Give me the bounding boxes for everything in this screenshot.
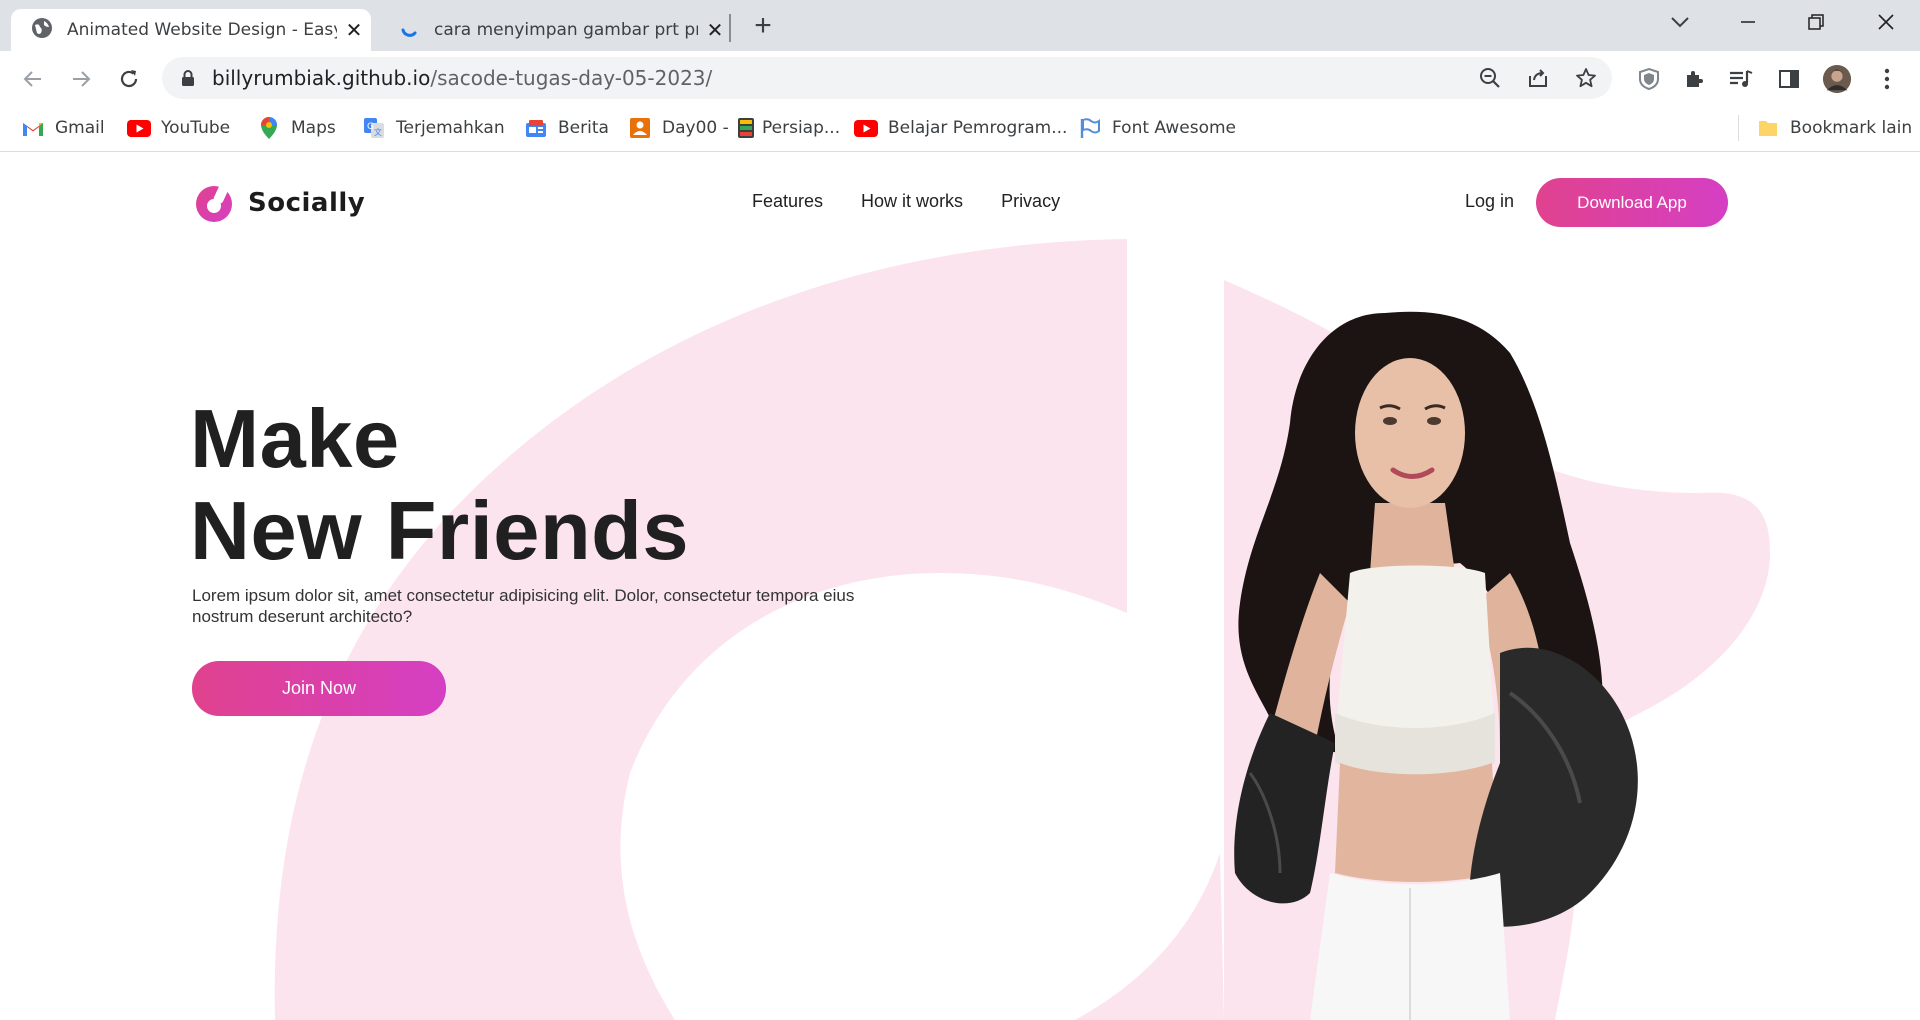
shield-extension-icon[interactable] (1634, 64, 1664, 94)
flag-icon (1078, 116, 1102, 140)
brand-name: Socially (248, 188, 366, 218)
bookmark-berita[interactable]: Berita (524, 105, 609, 151)
site-nav: Features How it works Privacy (752, 191, 1060, 212)
folder-icon (1756, 116, 1780, 140)
tab-title: Animated Website Design - Easy Tutorial (67, 20, 337, 40)
bookmark-maps[interactable]: Maps (257, 105, 336, 151)
close-icon (1878, 14, 1894, 30)
back-arrow-icon (23, 71, 41, 87)
zoom-icon[interactable] (1476, 64, 1504, 92)
web-page: Socially Features How it works Privacy L… (0, 153, 1920, 1020)
lock-icon[interactable] (174, 64, 202, 92)
bookmark-day00[interactable]: Day00 - (628, 105, 729, 151)
share-icon[interactable] (1524, 64, 1552, 92)
bookmarks-divider (1738, 115, 1739, 141)
tab-search-button[interactable] (1646, 0, 1714, 44)
restore-icon (1808, 14, 1824, 30)
bookmark-label: YouTube (161, 118, 231, 138)
other-bookmarks-label: Bookmark lain (1790, 118, 1913, 138)
svg-text:G: G (367, 122, 374, 132)
join-now-button[interactable]: Join Now (192, 661, 446, 716)
nav-link-features[interactable]: Features (752, 191, 823, 212)
tab-strip: Animated Website Design - Easy Tutorial … (0, 0, 1920, 51)
restore-button[interactable] (1782, 0, 1850, 44)
close-tab-icon[interactable]: ✕ (337, 18, 371, 42)
url-path: /sacode-tugas-day-05-2023/ (430, 66, 713, 90)
close-tab-icon[interactable]: ✕ (698, 18, 732, 42)
tab-active[interactable]: Animated Website Design - Easy Tutorial … (11, 9, 371, 51)
browser-toolbar: billyrumbiak.github.io/sacode-tugas-day-… (0, 51, 1920, 105)
hero-person-image (1234, 311, 1638, 1020)
bookmark-label: Berita (558, 118, 609, 138)
gmail-icon (21, 116, 45, 140)
address-bar[interactable]: billyrumbiak.github.io/sacode-tugas-day-… (162, 57, 1612, 99)
url-host: billyrumbiak.github.io (212, 66, 431, 90)
bookmark-translate[interactable]: G文 Terjemahkan (362, 105, 505, 151)
globe-icon (31, 17, 53, 44)
bookmark-youtube[interactable]: YouTube (127, 105, 230, 151)
star-icon[interactable] (1572, 64, 1600, 92)
tab-inactive[interactable]: cara menyimpan gambar prt prts ✕ (380, 9, 732, 51)
youtube-icon (127, 116, 151, 140)
puzzle-extensions-icon[interactable] (1680, 64, 1710, 94)
bookmark-label: Day00 - (662, 118, 729, 138)
minimize-button[interactable] (1714, 0, 1782, 44)
hero-description: Lorem ipsum dolor sit, amet consectetur … (192, 586, 855, 626)
nav-link-privacy[interactable]: Privacy (1001, 191, 1060, 212)
classroom-icon (628, 116, 652, 140)
login-link[interactable]: Log in (1465, 191, 1514, 212)
chevron-down-icon (1671, 17, 1689, 28)
tab-separator (729, 14, 731, 42)
notebook-icon (734, 116, 758, 140)
loading-spinner-icon (400, 18, 420, 43)
bookmark-label: Terjemahkan (396, 118, 505, 138)
back-button[interactable] (15, 61, 51, 97)
translate-icon: G文 (362, 116, 386, 140)
forward-button[interactable] (63, 61, 99, 97)
menu-kebab-icon[interactable] (1872, 64, 1902, 94)
hero-heading: Make New Friends (190, 393, 689, 577)
bookmark-gmail[interactable]: Gmail (21, 105, 105, 151)
bookmark-label: Font Awesome (1112, 118, 1236, 138)
hero-heading-line2: New Friends (190, 484, 690, 577)
bookmark-font-awesome[interactable]: Font Awesome (1078, 105, 1236, 151)
media-queue-icon[interactable] (1726, 64, 1756, 94)
minimize-icon (1741, 21, 1755, 23)
reload-icon (120, 70, 138, 88)
reload-button[interactable] (111, 61, 147, 97)
nav-link-how-it-works[interactable]: How it works (861, 191, 963, 212)
news-icon (524, 116, 548, 140)
bookmarks-bar: Gmail YouTube Maps G文 Terjemahkan Berita… (0, 105, 1920, 152)
svg-text:文: 文 (374, 127, 382, 137)
side-panel-icon[interactable] (1774, 64, 1804, 94)
bookmark-label: Maps (291, 118, 336, 138)
close-window-button[interactable] (1852, 0, 1920, 44)
maps-icon (257, 116, 281, 140)
hero-heading-line1: Make (190, 392, 400, 485)
bookmark-label: Gmail (55, 118, 105, 138)
socially-logo-icon (196, 184, 232, 222)
url-text: billyrumbiak.github.io/sacode-tugas-day-… (212, 57, 712, 99)
other-bookmarks[interactable]: Bookmark lain (1756, 105, 1912, 151)
new-tab-button[interactable]: + (746, 9, 780, 43)
download-app-button[interactable]: Download App (1536, 178, 1728, 227)
brand-logo[interactable]: Socially (192, 183, 365, 223)
youtube-icon (854, 116, 878, 140)
profile-avatar[interactable] (1822, 64, 1852, 94)
bookmark-label: Belajar Pemrogram... (888, 118, 1068, 138)
bookmark-belajar[interactable]: Belajar Pemrogram... (854, 105, 1067, 151)
forward-arrow-icon (73, 71, 91, 87)
tab-title: cara menyimpan gambar prt prts (434, 20, 698, 40)
bookmark-persiapan[interactable]: Persiap... (734, 105, 840, 151)
bookmark-label: Persiap... (762, 118, 841, 138)
